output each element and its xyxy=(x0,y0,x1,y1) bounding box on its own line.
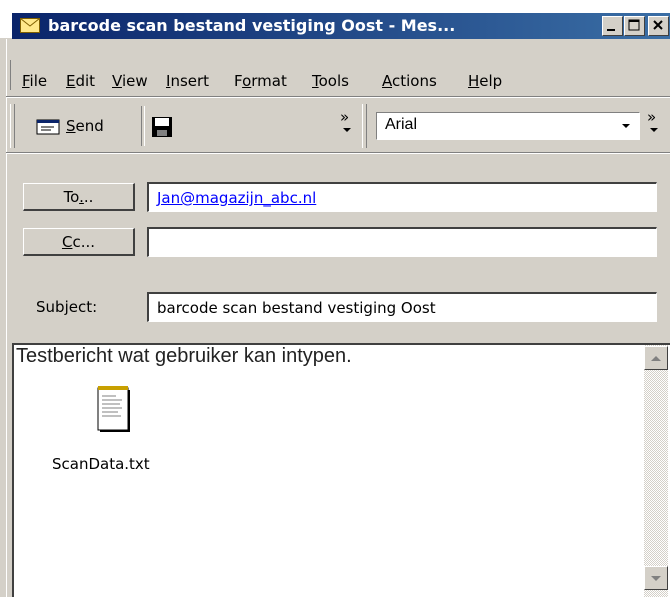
menu-toolbar-divider xyxy=(6,96,670,98)
format-overflow-icon[interactable]: » xyxy=(647,108,656,126)
attachment[interactable]: ScanData.txt xyxy=(50,378,150,478)
toolbar-grip[interactable] xyxy=(10,104,15,148)
cc-field[interactable] xyxy=(147,227,657,257)
scroll-down-button[interactable] xyxy=(644,566,668,590)
menu-file[interactable]: File xyxy=(22,72,47,90)
font-name-value: Arial xyxy=(385,116,418,133)
title-bar-frame: barcode scan bestand vestiging Oost - Me… xyxy=(0,0,670,39)
font-name-combo[interactable]: Arial xyxy=(376,112,640,140)
to-button[interactable]: To... xyxy=(23,183,135,211)
menu-file-accel: F xyxy=(22,72,30,90)
send-label: Send xyxy=(66,117,104,135)
vertical-scrollbar[interactable] xyxy=(644,345,668,597)
title-bar[interactable]: barcode scan bestand vestiging Oost - Me… xyxy=(12,13,670,39)
maximize-icon xyxy=(628,19,640,31)
attachment-name: ScanData.txt xyxy=(52,455,150,473)
mail-envelope-icon xyxy=(20,18,40,33)
menu-format-accel: o xyxy=(242,72,252,90)
close-icon xyxy=(653,20,663,30)
menubar-grip[interactable] xyxy=(6,60,11,90)
toolbar-overflow-arrow-icon xyxy=(343,128,351,132)
format-toolbar-grip[interactable] xyxy=(362,104,367,148)
minimize-button[interactable] xyxy=(602,16,623,36)
cc-button[interactable]: Cc... xyxy=(23,228,135,256)
chevron-down-icon[interactable] xyxy=(621,123,631,129)
menu-edit[interactable]: Edit xyxy=(66,72,95,90)
subject-label: Subject: xyxy=(36,298,98,316)
minimize-icon xyxy=(607,29,615,31)
scroll-down-icon xyxy=(651,576,661,581)
save-icon[interactable] xyxy=(151,116,173,138)
maximize-button[interactable] xyxy=(624,16,645,36)
menu-edit-accel: E xyxy=(66,72,76,90)
send-icon xyxy=(36,119,60,135)
to-recipient[interactable]: Jan@magazijn_abc.nl xyxy=(157,189,316,207)
scroll-up-icon xyxy=(651,356,661,361)
close-button[interactable] xyxy=(648,16,669,36)
menu-insert[interactable]: Insert xyxy=(166,72,209,90)
toolbar-header-divider xyxy=(6,152,670,154)
send-button[interactable]: Send xyxy=(28,112,138,142)
menu-tools-accel: T xyxy=(312,72,319,90)
toolbar-separator xyxy=(141,106,145,146)
menu-tools[interactable]: Tools xyxy=(312,72,349,90)
to-field[interactable]: Jan@magazijn_abc.nl xyxy=(147,182,657,212)
format-overflow-arrow-icon xyxy=(650,128,658,132)
menu-actions[interactable]: Actions xyxy=(382,72,437,90)
menu-view-accel: V xyxy=(112,72,122,90)
menu-format[interactable]: Format xyxy=(234,72,287,90)
menu-help-accel: H xyxy=(468,72,480,90)
subject-field[interactable]: barcode scan bestand vestiging Oost xyxy=(147,292,657,322)
menu-view[interactable]: View xyxy=(112,72,148,90)
window-title: barcode scan bestand vestiging Oost - Me… xyxy=(48,16,456,35)
text-file-icon xyxy=(97,386,130,432)
message-body-text: Testbericht wat gebruiker kan intypen. xyxy=(16,345,352,367)
menu-insert-accel: I xyxy=(166,72,171,90)
menu-actions-accel: A xyxy=(382,72,392,90)
menu-help[interactable]: Help xyxy=(468,72,502,90)
scroll-up-button[interactable] xyxy=(644,346,668,370)
toolbar-overflow-icon[interactable]: » xyxy=(340,108,349,126)
